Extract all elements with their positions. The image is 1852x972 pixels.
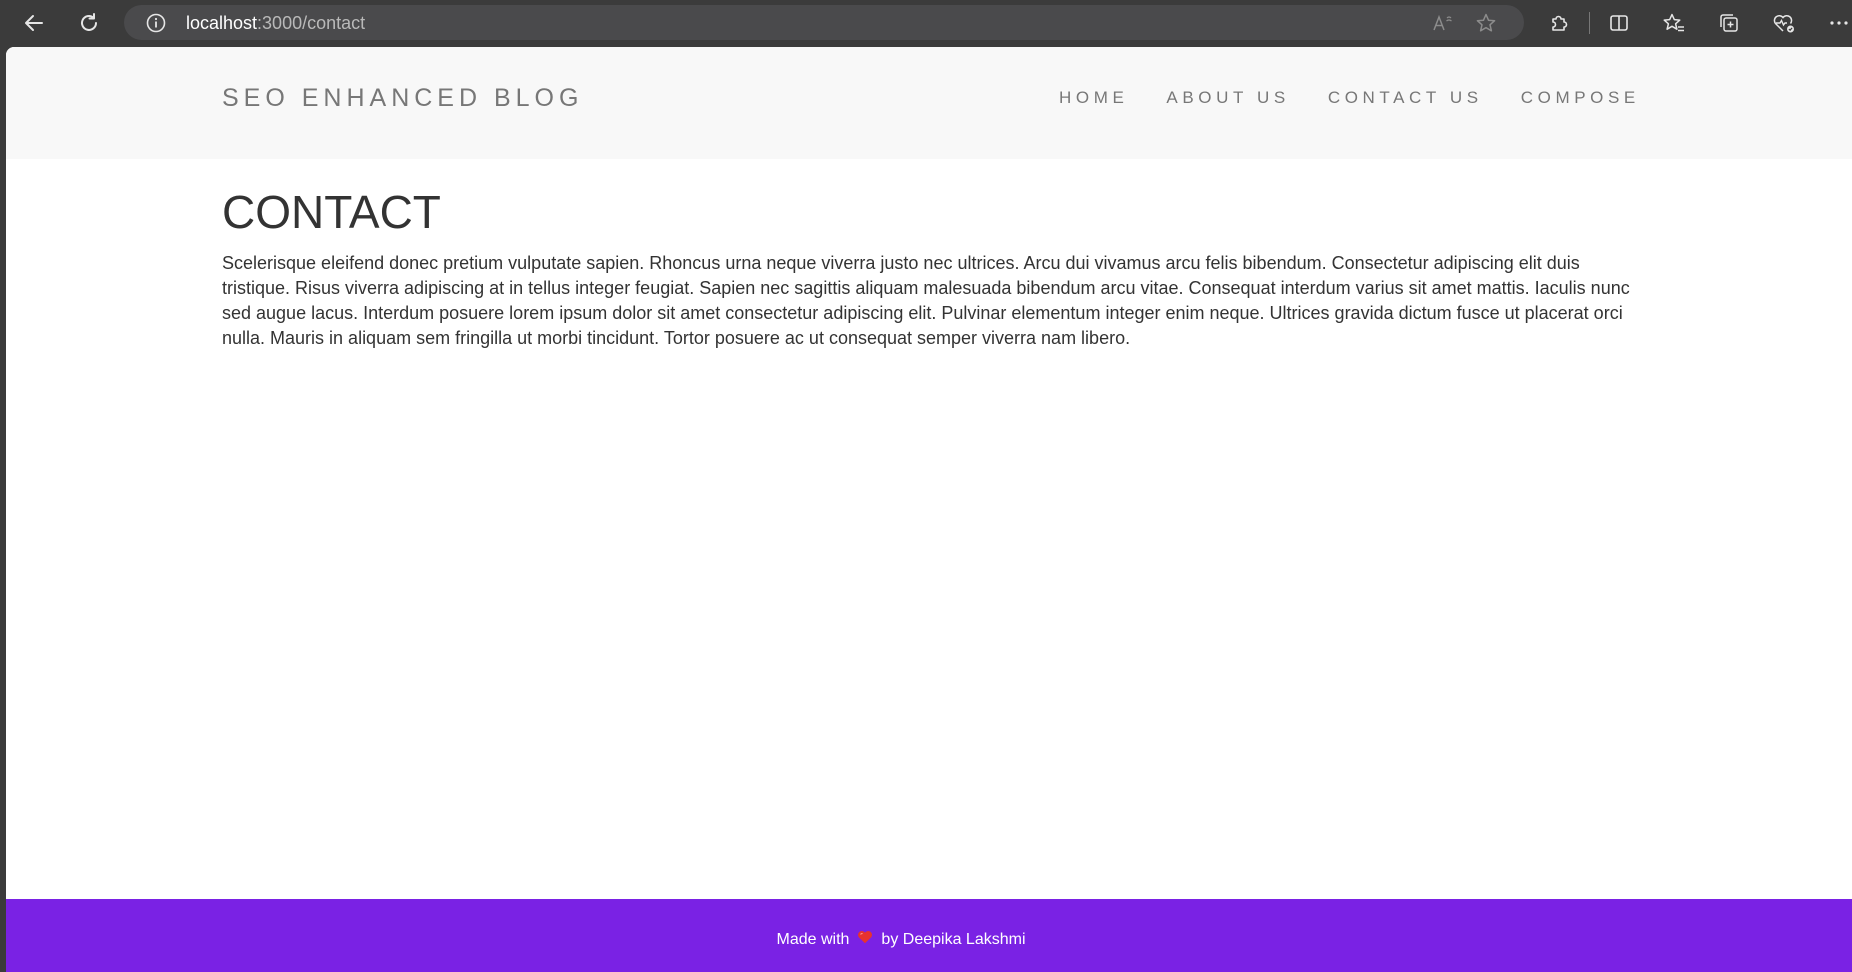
back-arrow-icon xyxy=(25,15,43,31)
footer-credit: Made with by Deepika Lakshmi xyxy=(777,922,1082,949)
nav-item: COMPOSE xyxy=(1521,88,1640,108)
nav-link-home[interactable]: HOME xyxy=(1059,88,1128,107)
refresh-button[interactable] xyxy=(72,6,106,40)
page-title: CONTACT xyxy=(222,186,441,238)
back-button[interactable] xyxy=(17,6,51,40)
nav-item: CONTACT US xyxy=(1328,88,1483,108)
page-viewport: SEO ENHANCED BLOG HOME ABOUT US CONTACT … xyxy=(6,47,1852,972)
footer-made-with: Made with xyxy=(776,930,850,948)
split-screen-icon xyxy=(1610,15,1628,31)
url-path: :3000/contact xyxy=(257,13,366,33)
browser-essentials-button[interactable] xyxy=(1767,6,1801,40)
heart-pulse-icon xyxy=(1773,15,1794,33)
favorites-list-icon xyxy=(1663,13,1684,32)
nav-link-contact-us[interactable]: CONTACT US xyxy=(1328,88,1483,107)
url-host: localhost xyxy=(186,13,258,33)
url-text[interactable]: localhost:3000/contact xyxy=(186,13,365,33)
nav-menu: HOME ABOUT US CONTACT US COMPOSE xyxy=(1059,88,1678,108)
collections-icon xyxy=(1720,14,1738,32)
puzzle-icon xyxy=(1552,15,1568,31)
address-bar[interactable]: localhost:3000/contact xyxy=(124,5,1524,40)
browser-toolbar: localhost:3000/contact xyxy=(0,0,1852,47)
read-aloud-icon[interactable] xyxy=(1431,11,1455,35)
split-screen-button[interactable] xyxy=(1602,6,1636,40)
extensions-button[interactable] xyxy=(1542,6,1576,40)
heart-icon xyxy=(857,930,873,949)
nav-item: HOME xyxy=(1059,88,1128,108)
site-footer: Made with by Deepika Lakshmi xyxy=(6,899,1852,972)
main-content: CONTACT Scelerisque eleifend donec preti… xyxy=(222,184,1634,351)
site-navbar: SEO ENHANCED BLOG HOME ABOUT US CONTACT … xyxy=(6,47,1852,159)
more-options-button[interactable] xyxy=(1822,6,1852,40)
site-info-icon[interactable] xyxy=(146,13,166,33)
more-dots-icon xyxy=(1830,21,1848,25)
site-brand-link[interactable]: SEO ENHANCED BLOG xyxy=(222,84,583,112)
footer-author: by Deepika Lakshmi xyxy=(881,930,1026,948)
toolbar-divider xyxy=(1589,12,1590,34)
nav-link-about-us[interactable]: ABOUT US xyxy=(1166,88,1289,107)
nav-link-compose[interactable]: COMPOSE xyxy=(1521,88,1640,107)
favorite-star-icon[interactable] xyxy=(1474,11,1498,35)
collections-button[interactable] xyxy=(1712,6,1746,40)
nav-item: ABOUT US xyxy=(1166,88,1289,108)
refresh-icon xyxy=(81,13,97,31)
page-body-text: Scelerisque eleifend donec pretium vulpu… xyxy=(222,253,1630,348)
favorites-button[interactable] xyxy=(1657,6,1691,40)
